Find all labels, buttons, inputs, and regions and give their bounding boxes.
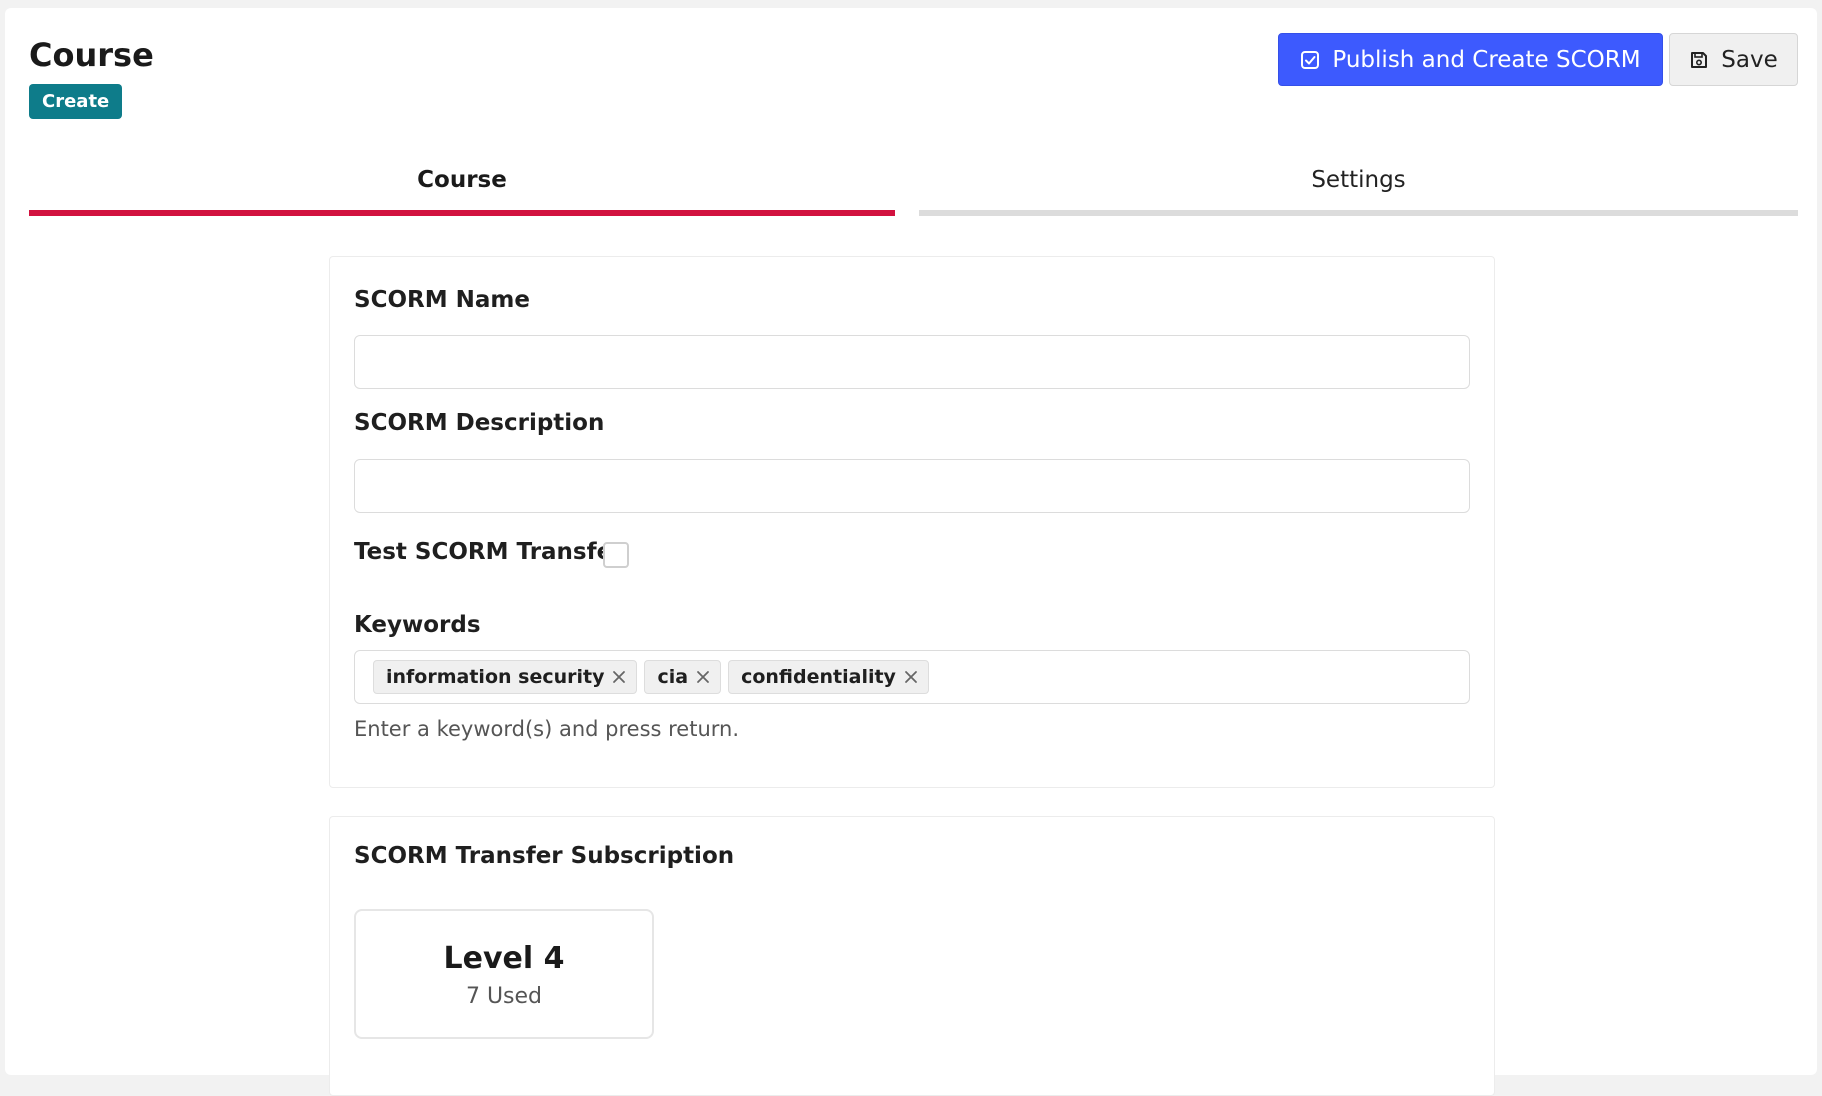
page-title: Course (29, 36, 154, 74)
save-button-label: Save (1721, 46, 1778, 73)
save-button[interactable]: Save (1669, 33, 1798, 86)
scorm-description-input[interactable] (354, 459, 1470, 513)
close-icon[interactable] (904, 670, 918, 684)
keywords-label: Keywords (354, 612, 481, 638)
floppy-disk-icon (1689, 50, 1709, 70)
scorm-description-label: SCORM Description (354, 410, 605, 436)
keywords-input[interactable]: information security cia confidentiality (354, 650, 1470, 704)
checkbox-check-icon (1300, 50, 1320, 70)
keyword-tag-label: confidentiality (741, 666, 896, 688)
scorm-name-input[interactable] (354, 335, 1470, 389)
subscription-level: Level 4 (443, 941, 565, 976)
keyword-tag: information security (373, 660, 638, 694)
tab-course[interactable]: Course (29, 158, 895, 216)
publish-create-scorm-button[interactable]: Publish and Create SCORM (1278, 33, 1663, 86)
mode-badge: Create (29, 84, 123, 119)
keyword-tag: confidentiality (728, 660, 929, 694)
page-card: Course Create Publish and Create SCORM S… (5, 8, 1817, 1096)
close-icon[interactable] (696, 670, 710, 684)
keyword-tag-label: cia (657, 666, 689, 688)
close-icon[interactable] (612, 670, 626, 684)
tab-settings[interactable]: Settings (919, 158, 1798, 216)
subscription-level-card[interactable]: Level 4 7 Used (354, 909, 654, 1039)
keywords-help-text: Enter a keyword(s) and press return. (354, 717, 740, 741)
subscription-title: SCORM Transfer Subscription (354, 843, 735, 869)
keyword-tag: cia (644, 660, 722, 694)
subscription-panel: SCORM Transfer Subscription Level 4 7 Us… (329, 816, 1495, 1096)
scorm-name-label: SCORM Name (354, 287, 530, 313)
course-form-panel: SCORM Name SCORM Description Test SCORM … (329, 256, 1495, 788)
publish-button-label: Publish and Create SCORM (1332, 46, 1641, 73)
test-scorm-transfer-label: Test SCORM Transfer (354, 539, 624, 565)
keyword-tag-label: information security (386, 666, 605, 688)
subscription-used-count: 7 Used (465, 984, 543, 1009)
test-scorm-transfer-checkbox[interactable] (603, 542, 629, 568)
